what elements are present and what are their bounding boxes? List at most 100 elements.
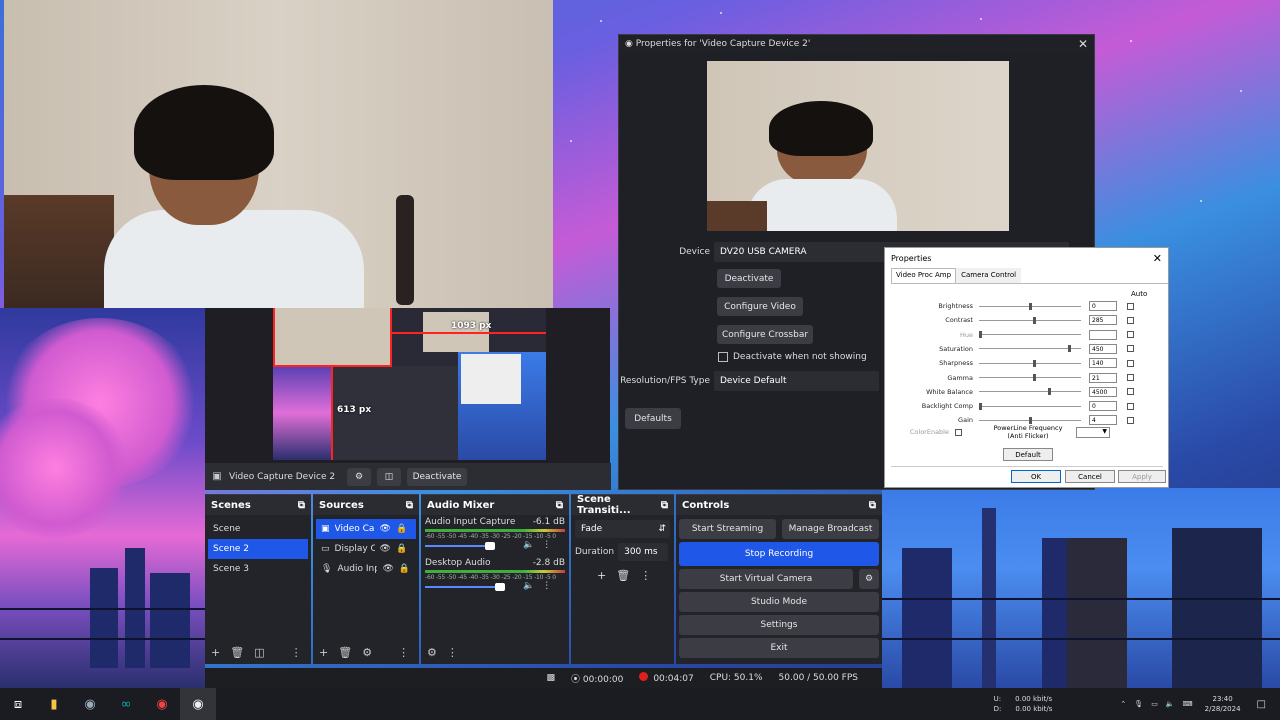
clock[interactable]: 23:40 2/28/2024 [1205, 695, 1241, 713]
deactivate-source-button[interactable]: Deactivate [407, 467, 467, 486]
close-icon[interactable]: ✕ [1078, 37, 1088, 51]
volume-icon[interactable]: 🔈 [1166, 700, 1175, 708]
studio-mode-button[interactable]: Studio Mode [679, 592, 879, 612]
prop-slider[interactable] [979, 402, 1081, 410]
settings-button[interactable]: Settings [679, 615, 879, 635]
menu-dots-icon[interactable]: ⋮ [291, 646, 302, 659]
prop-slider[interactable] [979, 302, 1081, 310]
prop-slider-thumb[interactable] [1028, 302, 1032, 310]
add-icon[interactable]: + [319, 646, 328, 659]
scene-item[interactable]: Scene 2 [208, 539, 308, 559]
undock-icon[interactable]: ⧉ [661, 500, 668, 511]
prop-value[interactable]: 450 [1089, 343, 1117, 354]
virtual-camera-settings-button[interactable]: ⚙ [859, 569, 879, 589]
exit-button[interactable]: Exit [679, 638, 879, 658]
prop-slider-thumb[interactable] [1033, 374, 1037, 381]
prop-value[interactable]: 0 [1089, 301, 1117, 311]
prop-slider[interactable] [979, 316, 1081, 324]
arduino-icon[interactable]: ∞ [108, 688, 144, 720]
microphone-icon[interactable]: 🎙 [1134, 700, 1143, 708]
prop-slider[interactable] [979, 345, 1081, 353]
prop-auto-checkbox[interactable] [1127, 388, 1134, 396]
menu-dots-icon[interactable]: ⋮ [447, 646, 458, 659]
deactivate-when-not-showing-checkbox[interactable] [718, 352, 728, 362]
eye-icon[interactable]: 👁 [382, 564, 393, 574]
obs-taskbar-icon[interactable]: ◉ [180, 688, 216, 720]
file-explorer-icon[interactable]: ▮ [36, 688, 72, 720]
volume-slider[interactable] [425, 542, 515, 550]
ok-button[interactable]: OK [1011, 470, 1061, 483]
prop-slider-thumb[interactable] [1048, 388, 1052, 396]
undock-icon[interactable]: ⧉ [869, 500, 876, 511]
trash-icon[interactable]: 🗑 [338, 646, 352, 659]
prop-value[interactable]: 140 [1089, 358, 1117, 369]
speaker-icon[interactable]: 🔈 [523, 540, 534, 550]
windows-start-icon[interactable]: ⧈ [0, 688, 36, 720]
menu-dots-icon[interactable]: ⋮ [542, 581, 551, 591]
default-button[interactable]: Default [1003, 448, 1053, 461]
source-item[interactable]: 🎙 Audio Inp 👁 🔒 [316, 559, 416, 579]
prop-slider[interactable] [979, 331, 1081, 339]
add-icon[interactable]: + [597, 569, 606, 582]
undock-icon[interactable]: ⧉ [406, 500, 413, 511]
prop-auto-checkbox[interactable] [1127, 359, 1134, 367]
menu-dots-icon[interactable]: ⋮ [398, 646, 409, 659]
prop-auto-checkbox[interactable] [1127, 331, 1134, 339]
language-icon[interactable]: ⌨ [1183, 700, 1193, 708]
undock-icon[interactable]: ⧉ [298, 500, 305, 511]
prop-auto-checkbox[interactable] [1127, 345, 1134, 353]
configure-video-button[interactable]: Configure Video [717, 297, 803, 316]
prop-value[interactable]: 21 [1089, 372, 1117, 383]
source-filters-button[interactable]: ◫ [377, 467, 401, 486]
prop-slider-thumb[interactable] [1033, 359, 1037, 367]
prop-auto-checkbox[interactable] [1127, 402, 1134, 410]
filter-icon[interactable]: ◫ [254, 646, 264, 659]
prop-slider-thumb[interactable] [979, 331, 982, 339]
apply-button[interactable]: Apply [1118, 470, 1166, 483]
configure-crossbar-button[interactable]: Configure Crossbar [717, 325, 813, 344]
prop-auto-checkbox[interactable] [1127, 302, 1134, 310]
source-item[interactable]: ▣ Video Cap 👁 🔒 [316, 519, 416, 539]
stop-recording-button[interactable]: Stop Recording [679, 542, 879, 566]
prop-slider[interactable] [979, 374, 1081, 381]
prop-value[interactable]: 0 [1089, 401, 1117, 412]
menu-dots-icon[interactable]: ⋮ [542, 540, 551, 550]
prop-value[interactable]: 4 [1089, 415, 1117, 426]
tab-video-proc-amp[interactable]: Video Proc Amp [891, 268, 957, 283]
speaker-icon[interactable]: 🔈 [523, 581, 534, 591]
prop-slider-thumb[interactable] [1028, 416, 1032, 424]
source-item[interactable]: ▭ Display C 👁 🔒 [316, 539, 416, 559]
chevron-up-icon[interactable]: ⌃ [1120, 700, 1126, 708]
prop-auto-checkbox[interactable] [1127, 416, 1134, 424]
prop-slider-thumb[interactable] [1068, 345, 1072, 353]
chrome-icon[interactable]: ◉ [144, 688, 180, 720]
color-enable-checkbox[interactable] [955, 428, 962, 436]
transition-select[interactable]: Fade ⇵ [575, 520, 670, 538]
powerline-select[interactable]: ▼ [1076, 426, 1110, 438]
prop-auto-checkbox[interactable] [1127, 316, 1134, 324]
scene-item[interactable]: Scene 3 [208, 559, 308, 579]
resolution-select[interactable]: Device Default [714, 371, 879, 391]
gear-icon[interactable]: ⚙ [362, 646, 372, 659]
scene-item[interactable]: Scene [208, 519, 308, 539]
lock-icon[interactable]: 🔒 [396, 524, 407, 534]
prop-value[interactable]: 285 [1089, 315, 1117, 326]
prop-value[interactable] [1089, 329, 1117, 340]
trash-icon[interactable]: 🗑 [616, 569, 630, 582]
prop-auto-checkbox[interactable] [1127, 374, 1134, 381]
deactivate-button[interactable]: Deactivate [717, 269, 781, 288]
prop-slider[interactable] [979, 359, 1081, 367]
network-icon[interactable]: ▭ [1151, 700, 1158, 708]
defaults-button[interactable]: Defaults [625, 408, 681, 429]
lock-icon[interactable]: 🔒 [396, 544, 407, 554]
notification-icon[interactable]: □ [1257, 699, 1266, 710]
trash-icon[interactable]: 🗑 [230, 646, 244, 659]
menu-dots-icon[interactable]: ⋮ [640, 569, 651, 582]
mixer-settings-icon[interactable]: ⚙ [427, 646, 437, 659]
prop-value[interactable]: 4500 [1089, 386, 1117, 397]
lock-icon[interactable]: 🔒 [399, 564, 410, 574]
eye-icon[interactable]: 👁 [380, 524, 391, 534]
source-settings-button[interactable]: ⚙ [347, 467, 371, 486]
steam-icon[interactable]: ◉ [72, 688, 108, 720]
prop-slider-thumb[interactable] [979, 402, 982, 410]
